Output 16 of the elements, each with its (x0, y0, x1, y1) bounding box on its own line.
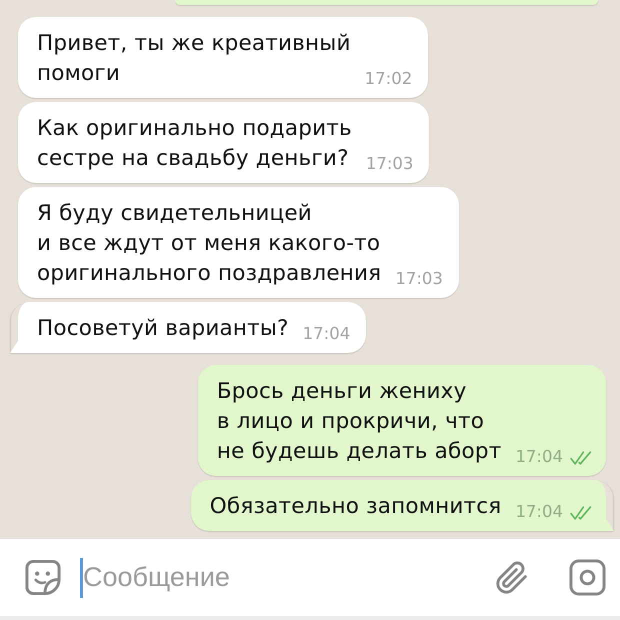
paperclip-icon[interactable] (495, 560, 529, 596)
message-time: 17:02 (364, 70, 412, 88)
message-text: Обязательно запомнится (210, 493, 502, 521)
message-text: Брось деньги жениху в лицо и прокричи, что не будешь делать аборт (216, 378, 502, 466)
message-text: Я буду свидетельницей и все ждут от меня какого-то оригинального поздравления (37, 200, 382, 288)
sticker-icon[interactable] (24, 559, 62, 596)
camera-icon[interactable] (569, 559, 606, 596)
message-time: 17:03 (395, 270, 443, 288)
message-composer-bar[interactable]: Сообщение (0, 539, 620, 616)
message-time: 17:03 (366, 155, 414, 173)
message-time: 17:04 (515, 448, 563, 466)
message-time: 17:04 (302, 325, 350, 343)
message-text: Как оригинально подарить сестре на свадьбу деньги? (37, 115, 352, 173)
message-time: 17:04 (515, 503, 563, 521)
message-text: Привет, ты же креативный помоги (37, 30, 351, 88)
message-text: Посоветуй варианты? (37, 315, 289, 343)
